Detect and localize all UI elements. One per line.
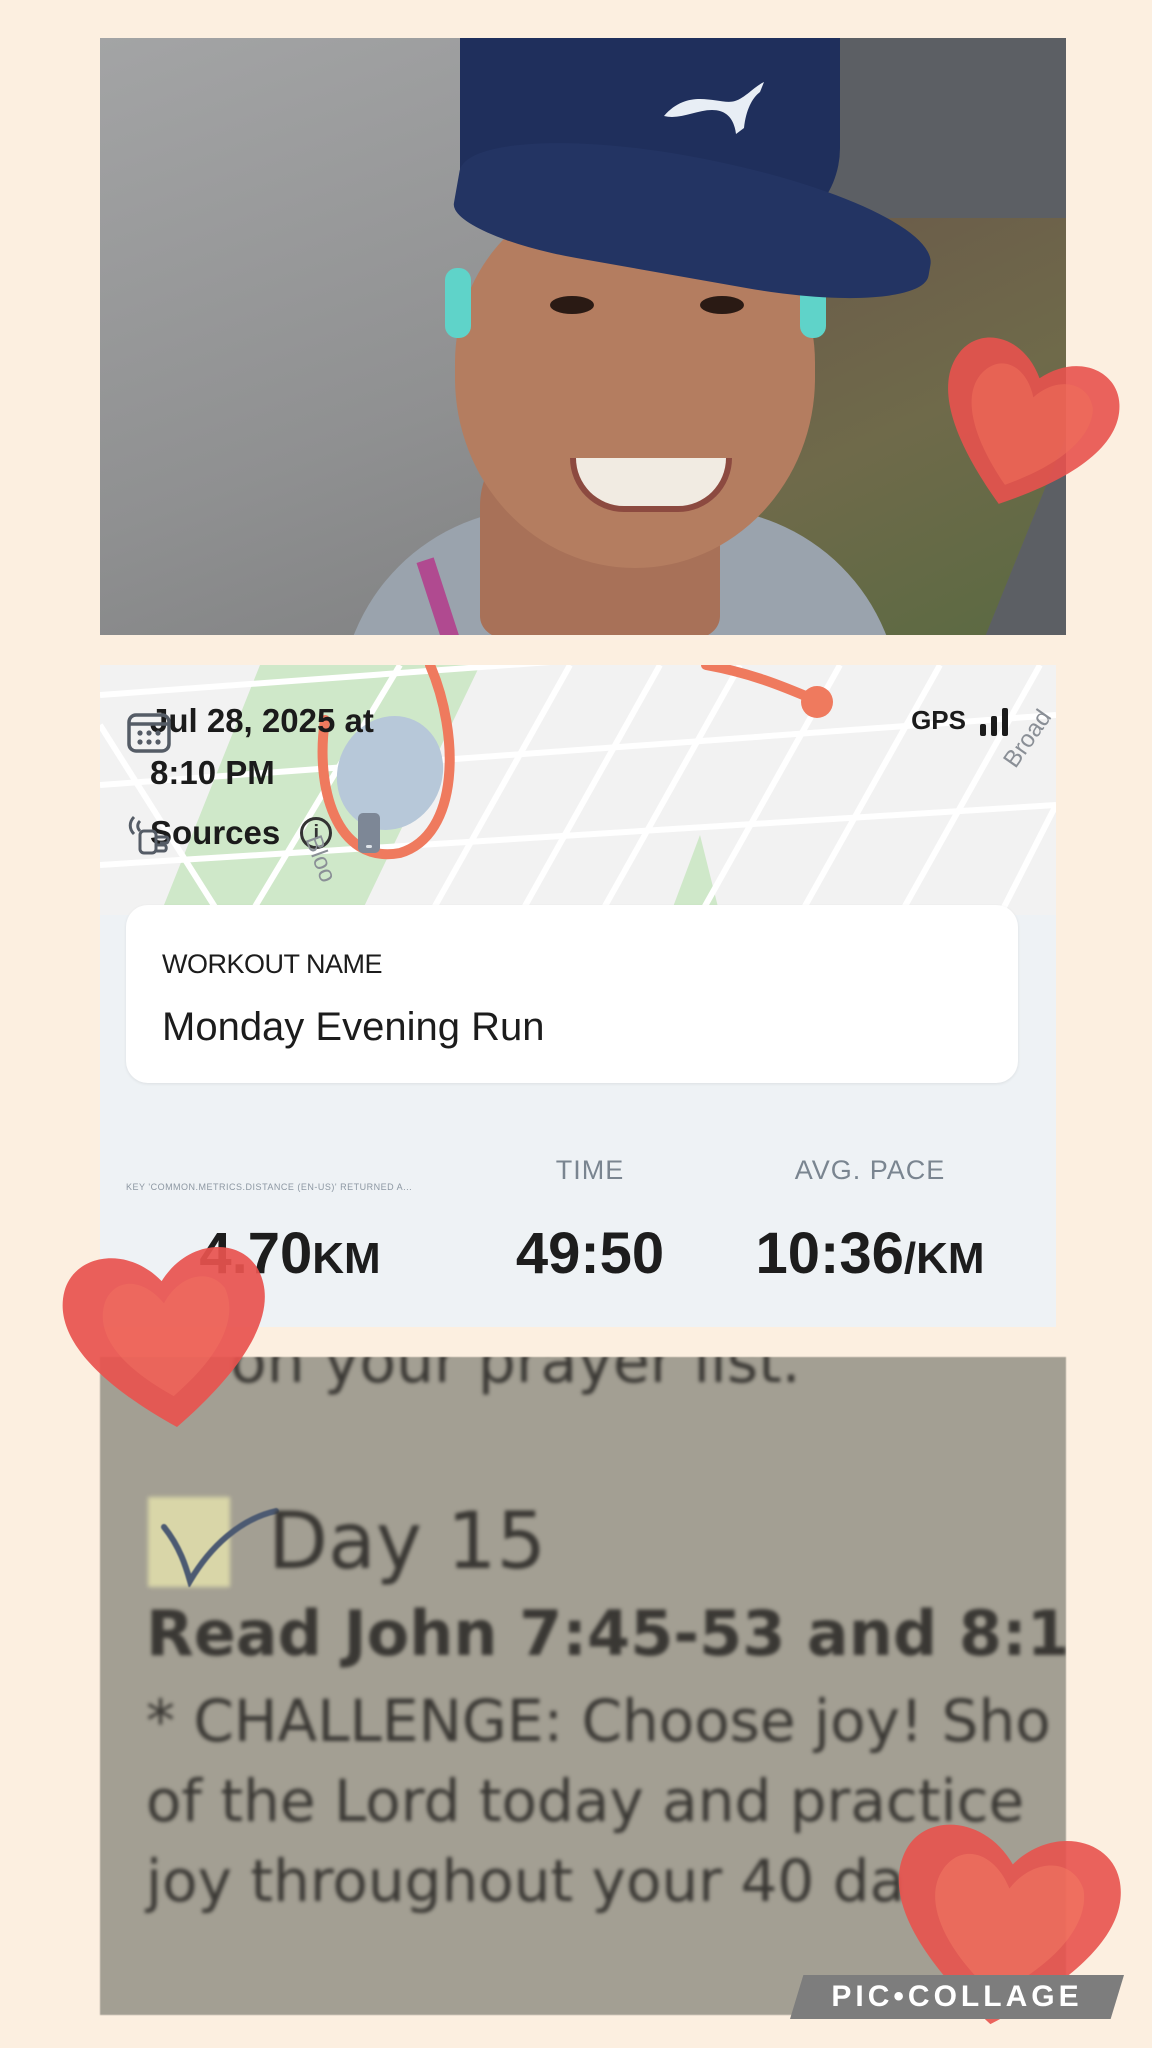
date-row: Jul 28, 2025 at 8:10 PM: [126, 695, 450, 799]
eye-left: [550, 296, 594, 314]
workout-name-caption: WORKOUT NAME: [162, 949, 383, 979]
pace-value: 10:36: [755, 1221, 904, 1286]
pace-label: AVG. PACE: [794, 1155, 946, 1185]
signal-bars-icon: [980, 708, 1008, 736]
time-label: TIME: [555, 1155, 625, 1185]
puma-logo: [664, 82, 764, 134]
hand-watch-icon: [128, 815, 170, 855]
gps-label: GPS: [911, 705, 966, 735]
headphone-left: [445, 268, 471, 338]
pace-unit: /KM: [903, 1234, 985, 1283]
route-map[interactable]: Jul 28, 2025 at 8:10 PM Sources i GPS Bl…: [100, 665, 1056, 915]
pace-stat-value: 10:36/KM: [730, 1220, 1010, 1287]
heart-sticker-middle: [62, 1247, 265, 1428]
distance-unit: KM: [312, 1234, 381, 1283]
book-line-top: on your prayer list.: [230, 1357, 801, 1397]
sources-row[interactable]: Sources i: [126, 813, 381, 855]
pace-stat: AVG. PACE 10:36/KM: [730, 1155, 1010, 1287]
calendar-icon: [127, 713, 171, 753]
workout-date: Jul 28, 2025 at 8:10 PM: [150, 695, 450, 799]
pic-collage-watermark: PIC•COLLAGE: [790, 1975, 1124, 2019]
time-value: 49:50: [515, 1221, 665, 1286]
day-heading: Day 15: [268, 1497, 547, 1587]
workout-date-line-1: Jul 28, 2025 at: [150, 702, 374, 739]
eye-right: [700, 296, 744, 314]
workout-name-value[interactable]: Monday Evening Run: [162, 1005, 544, 1050]
watermark-text: PIC•COLLAGE: [831, 1980, 1083, 2013]
book-line-joy: joy throughout your 40 da: [146, 1847, 906, 1915]
check-mark-icon: [161, 1508, 279, 1587]
phone-icon: [358, 813, 381, 853]
gps-indicator: GPS: [911, 705, 1008, 736]
workout-name-card[interactable]: WORKOUT NAME Monday Evening Run: [126, 905, 1018, 1083]
book-line-challenge: * CHALLENGE: Choose joy! Sho: [146, 1687, 1051, 1755]
workout-date-line-2: 8:10 PM: [150, 754, 275, 791]
selfie-photo: [100, 38, 1066, 635]
book-line-read: Read John 7:45-53 and 8:1-: [146, 1597, 1066, 1670]
time-stat: TIME 49:50: [460, 1155, 720, 1287]
